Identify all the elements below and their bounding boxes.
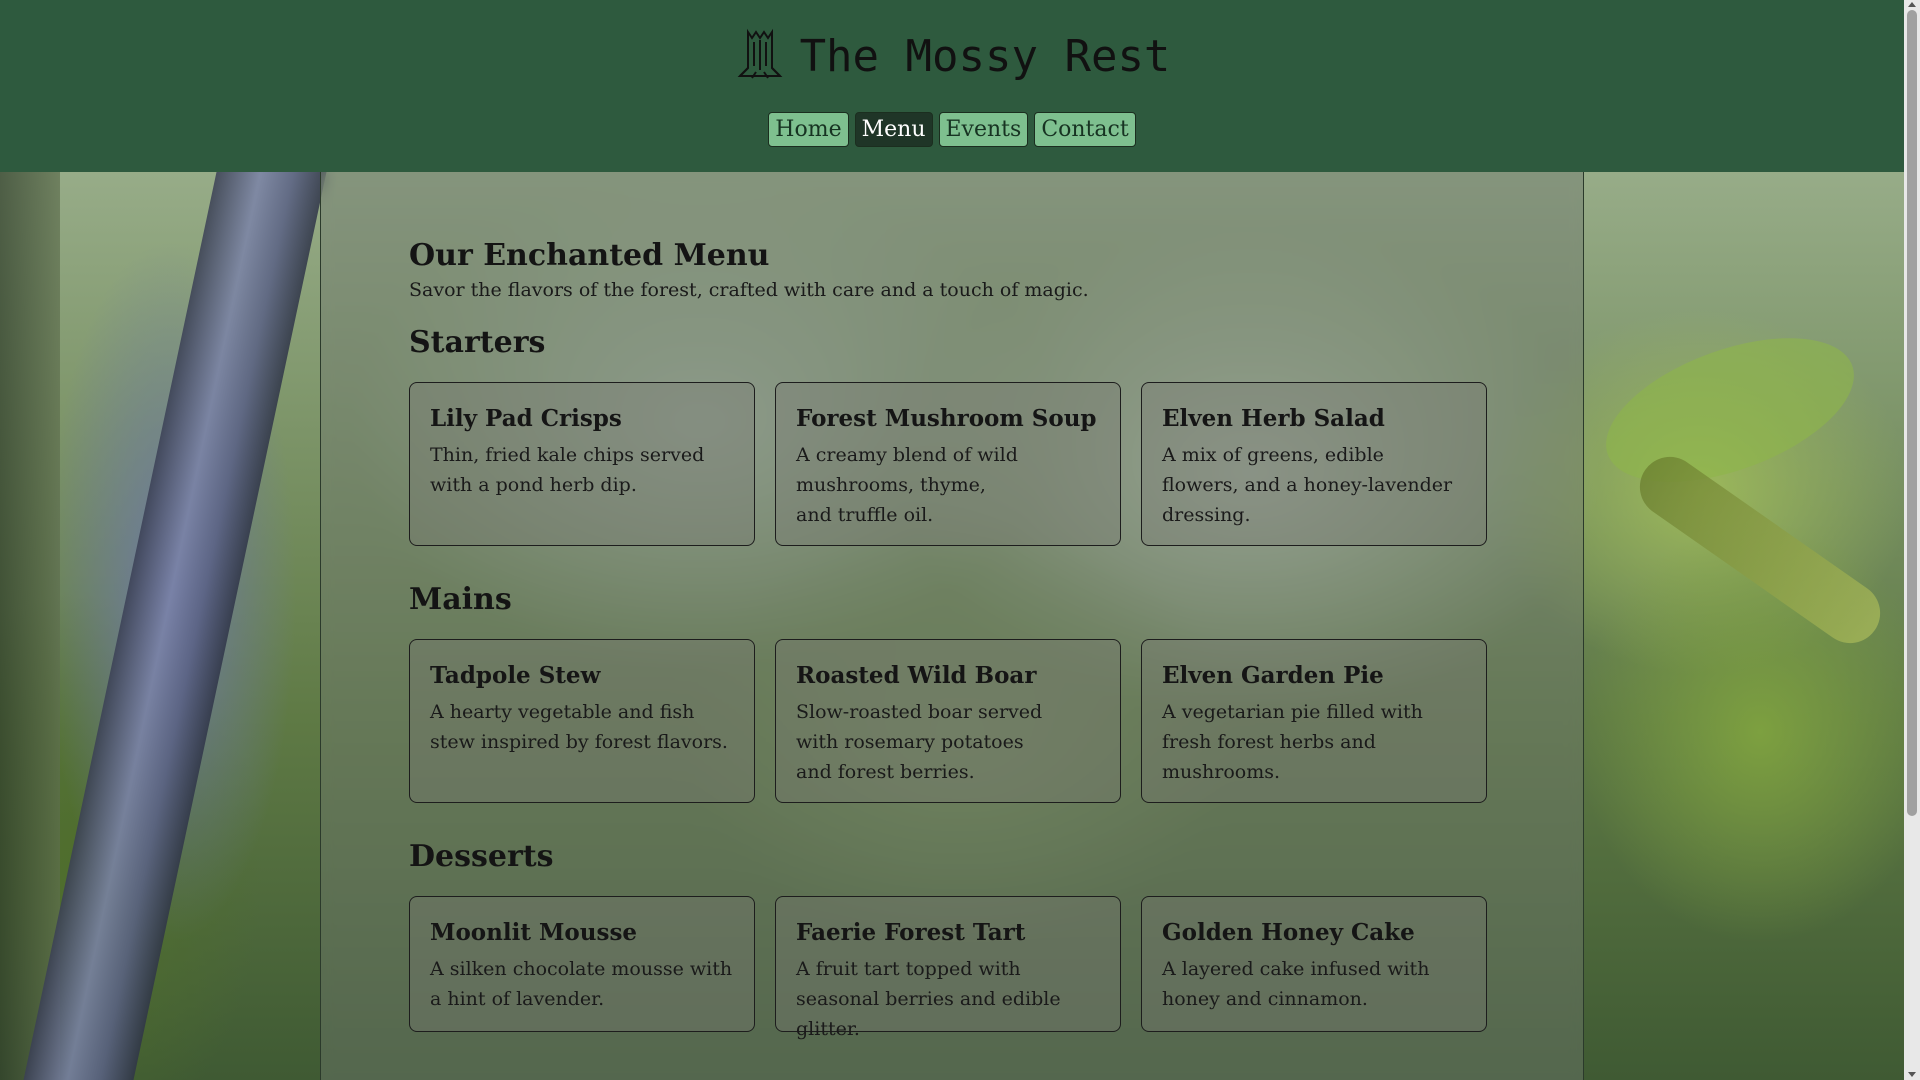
menu-card: Faerie Forest Tart A fruit tart topped w… <box>775 896 1121 1040</box>
background-tree-left <box>0 172 60 1080</box>
card-title: Faerie Forest Tart <box>796 919 1026 946</box>
scroll-up-icon[interactable] <box>1908 2 1916 7</box>
menu-card: Elven Herb Salad A mix of greens, edible… <box>1141 382 1487 546</box>
site-title: The Mossy Rest <box>799 30 1171 82</box>
menu-card: Tadpole Stew A hearty vegetable and fish… <box>409 639 755 803</box>
card-description: A layered cake infused with honey and ci… <box>1162 958 1430 1010</box>
card-title: Elven Herb Salad <box>1162 405 1385 432</box>
section-title-mains: Mains <box>409 582 512 617</box>
section-title-starters: Starters <box>409 325 546 360</box>
card-description: A fruit tart topped with seasonal berrie… <box>796 958 1061 1040</box>
main-nav: Home Menu Events Contact <box>0 112 1904 147</box>
card-title: Moonlit Mousse <box>430 919 638 946</box>
card-description: A vegetarian pie filled with fresh fores… <box>1162 701 1423 783</box>
menu-panel: Our Enchanted Menu Savor the flavors of … <box>320 172 1584 1080</box>
card-description: Thin, fried kale chips served with a pon… <box>430 444 705 496</box>
card-title: Roasted Wild Boar <box>796 662 1037 689</box>
menu-card: Forest Mushroom Soup A creamy blend of w… <box>775 382 1121 546</box>
nav-events[interactable]: Events <box>938 112 1029 147</box>
menu-content: Our Enchanted Menu Savor the flavors of … <box>409 238 1495 1040</box>
brand: The Mossy Rest <box>0 26 1904 86</box>
card-title: Elven Garden Pie <box>1162 662 1384 689</box>
card-title: Forest Mushroom Soup <box>796 405 1097 432</box>
section-title-desserts: Desserts <box>409 839 554 874</box>
card-description: A mix of greens, edible flowers, and a h… <box>1162 444 1453 526</box>
vertical-scrollbar[interactable] <box>1904 0 1920 1080</box>
page-title: Our Enchanted Menu <box>409 238 770 273</box>
scroll-thumb[interactable] <box>1907 10 1917 816</box>
menu-card: Lily Pad Crisps Thin, fried kale chips s… <box>409 382 755 546</box>
nav-home[interactable]: Home <box>768 112 849 147</box>
menu-card: Roasted Wild Boar Slow-roasted boar serv… <box>775 639 1121 803</box>
nav-contact[interactable]: Contact <box>1034 112 1136 147</box>
mains-grid: Tadpole Stew A hearty vegetable and fish… <box>409 639 1495 803</box>
card-title: Tadpole Stew <box>430 662 601 689</box>
card-description: A creamy blend of wild mushrooms, thyme,… <box>796 444 1018 526</box>
desserts-grid: Moonlit Mousse A silken chocolate mousse… <box>409 896 1495 1040</box>
starters-grid: Lily Pad Crisps Thin, fried kale chips s… <box>409 382 1495 546</box>
card-title: Golden Honey Cake <box>1162 919 1415 946</box>
menu-card: Elven Garden Pie A vegetarian pie filled… <box>1141 639 1487 803</box>
menu-card: Moonlit Mousse A silken chocolate mousse… <box>409 896 755 1032</box>
menu-card: Golden Honey Cake A layered cake infused… <box>1141 896 1487 1032</box>
card-title: Lily Pad Crisps <box>430 405 622 432</box>
tree-stump-icon <box>734 28 786 84</box>
card-description: A hearty vegetable and fish stew inspire… <box>430 701 728 753</box>
scroll-down-icon[interactable] <box>1908 1072 1916 1077</box>
card-description: A silken chocolate mousse with a hint of… <box>430 958 733 1010</box>
nav-menu[interactable]: Menu <box>854 112 933 147</box>
page-subtitle: Savor the flavors of the forest, crafted… <box>409 279 1089 301</box>
card-description: Slow-roasted boar served with rosemary p… <box>796 701 1043 783</box>
site-header: The Mossy Rest Home Menu Events Contact <box>0 0 1904 172</box>
